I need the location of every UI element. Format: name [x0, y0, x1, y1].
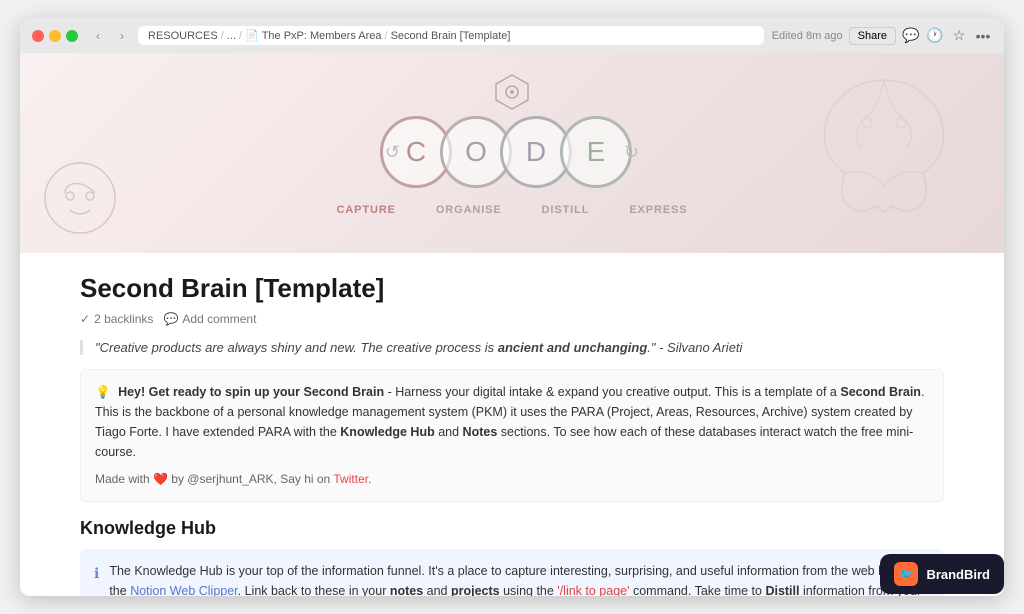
comment-icon[interactable]: 💬 [902, 27, 920, 45]
star-icon[interactable]: ☆ [950, 27, 968, 45]
browser-chrome: ‹ › RESOURCES / ... / 📄 The PxP: Members… [20, 18, 1004, 53]
back-button[interactable]: ‹ [90, 28, 106, 44]
brandbird-icon: 🐦 [894, 562, 918, 586]
minimize-button[interactable] [49, 30, 61, 42]
label-organise: ORGANISE [436, 204, 502, 216]
edited-label: Edited 8m ago [772, 30, 843, 42]
breadcrumb: RESOURCES / ... / 📄 The PxP: Members Are… [148, 29, 510, 42]
hero-section: ↺ C O D E ↻ CAPTURE ORGANISE DISTILL EXP… [20, 53, 1004, 253]
browser-window: ‹ › RESOURCES / ... / 📄 The PxP: Members… [20, 18, 1004, 596]
info-callout: ℹ The Knowledge Hub is your top of the i… [80, 549, 944, 596]
close-button[interactable] [32, 30, 44, 42]
main-content: Second Brain [Template] ✓ 2 backlinks 💬 … [20, 253, 1004, 596]
code-circles: ↺ C O D E ↻ [385, 116, 639, 188]
label-capture: CAPTURE [337, 204, 396, 216]
comment-icon-small: 💬 [163, 312, 178, 326]
brandbird-label: BrandBird [926, 567, 990, 582]
hero-logo [493, 73, 531, 116]
callout-box: 💡 Hey! Get ready to spin up your Second … [80, 369, 944, 502]
backlinks-icon: ✓ [80, 312, 90, 326]
meta-bar: ✓ 2 backlinks 💬 Add comment [80, 312, 944, 326]
add-comment-item[interactable]: 💬 Add comment [163, 312, 256, 326]
twitter-link[interactable]: Twitter [333, 472, 368, 486]
arrow-left-icon: ↺ [385, 142, 400, 163]
address-bar[interactable]: RESOURCES / ... / 📄 The PxP: Members Are… [138, 26, 764, 45]
page-title: Second Brain [Template] [80, 273, 944, 304]
add-comment-label: Add comment [182, 312, 256, 326]
forward-button[interactable]: › [114, 28, 130, 44]
label-express: EXPRESS [629, 204, 687, 216]
code-labels: CAPTURE ORGANISE DISTILL EXPRESS [337, 204, 688, 216]
knowledge-hub-title: Knowledge Hub [80, 518, 944, 539]
notion-clipper-link[interactable]: Notion Web Clipper [130, 584, 237, 596]
brandbird-badge[interactable]: 🐦 BrandBird [880, 554, 1004, 594]
browser-controls: ‹ › RESOURCES / ... / 📄 The PxP: Members… [32, 26, 992, 45]
backlinks-item[interactable]: ✓ 2 backlinks [80, 312, 153, 326]
more-icon[interactable]: ••• [974, 27, 992, 45]
traffic-lights [32, 30, 78, 42]
clock-icon[interactable]: 🕐 [926, 27, 944, 45]
blockquote: "Creative products are always shiny and … [80, 340, 944, 355]
circle-e: E [560, 116, 632, 188]
backlinks-label: 2 backlinks [94, 312, 153, 326]
bulb-icon: 💡 [95, 385, 111, 399]
info-text: The Knowledge Hub is your top of the inf… [109, 561, 930, 596]
callout-text: Hey! Get ready to spin up your Second Br… [95, 385, 924, 459]
page-content: ↺ C O D E ↻ CAPTURE ORGANISE DISTILL EXP… [20, 53, 1004, 596]
share-button[interactable]: Share [849, 27, 896, 45]
made-with: Made with ❤️ by @serjhunt_ARK, Say hi on… [95, 470, 929, 489]
arrow-right-icon: ↻ [624, 142, 639, 163]
label-distill: DISTILL [542, 204, 590, 216]
toolbar-right: Edited 8m ago Share 💬 🕐 ☆ ••• [772, 27, 992, 45]
maximize-button[interactable] [66, 30, 78, 42]
brain-decoration [794, 63, 974, 233]
quote-text: "Creative products are always shiny and … [95, 340, 742, 355]
hero-left-illustration [40, 158, 120, 243]
info-icon: ℹ [94, 562, 99, 596]
